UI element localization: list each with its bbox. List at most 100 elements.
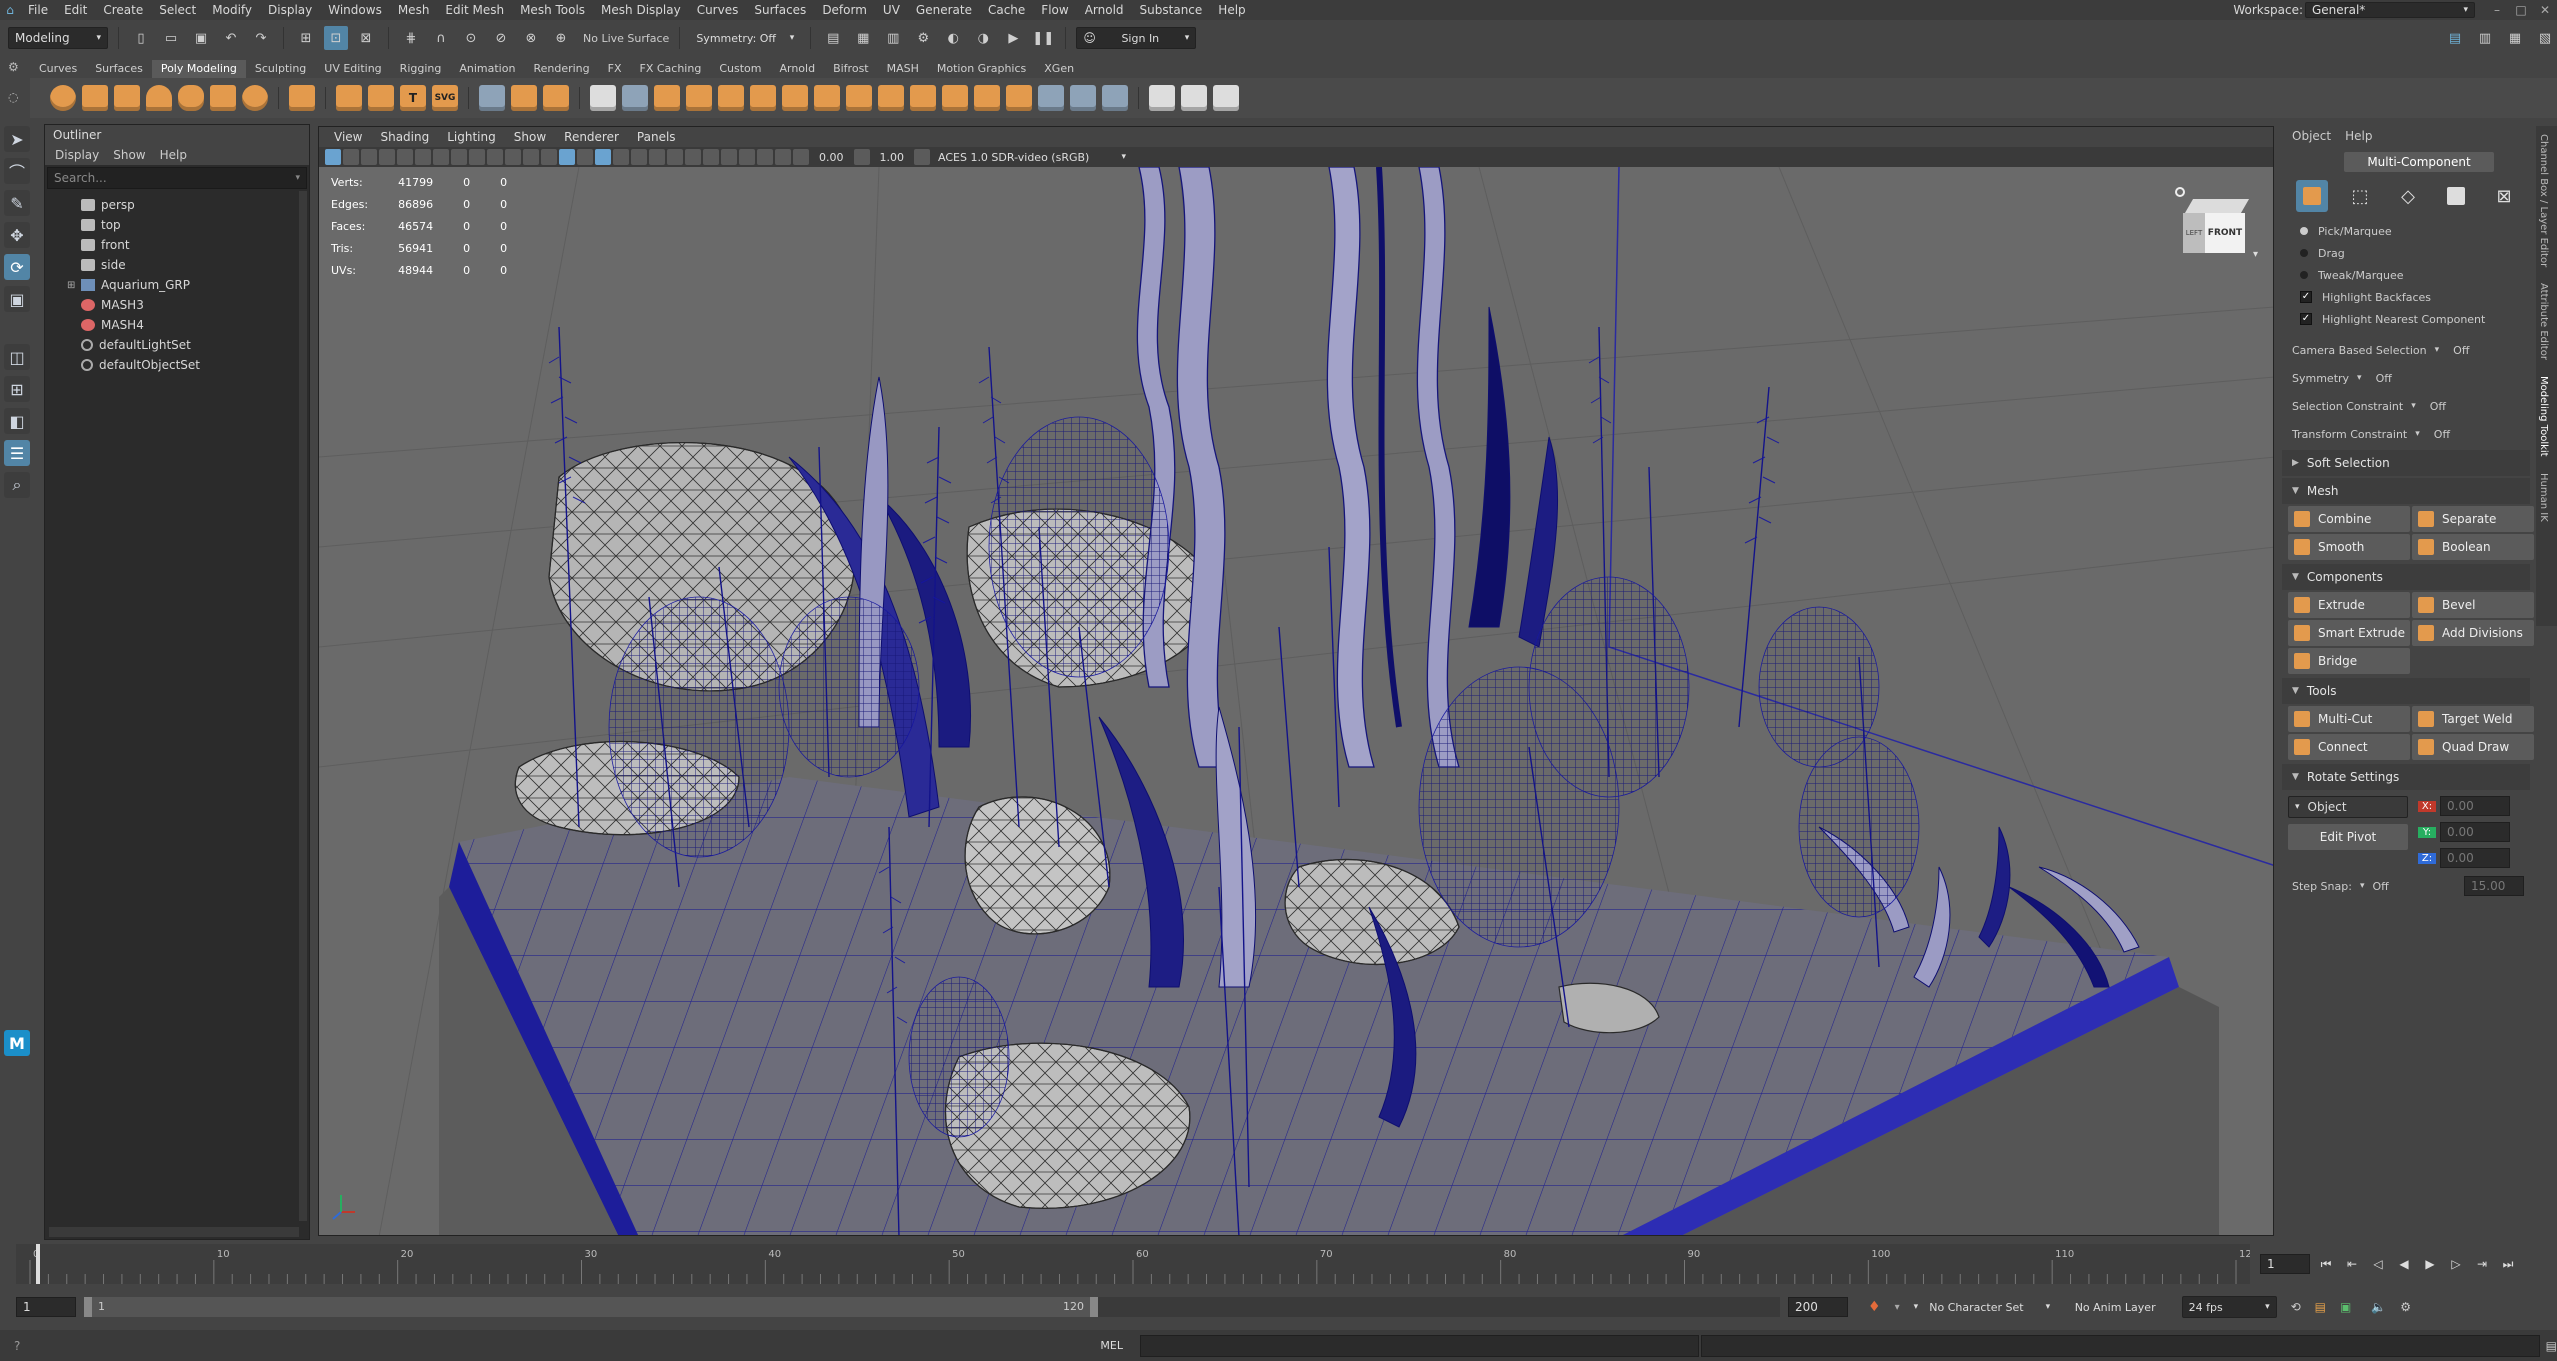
outliner-scrollbar[interactable] <box>299 191 307 1221</box>
poly-plane-icon[interactable] <box>210 85 236 111</box>
ipr-render-icon[interactable]: ▥ <box>881 26 905 50</box>
outliner-item-front[interactable]: front <box>45 235 309 255</box>
boolean-button[interactable]: Boolean <box>2412 534 2534 560</box>
viewport-panel[interactable]: View Shading Lighting Show Renderer Pane… <box>318 126 2274 1236</box>
four-view-layout-icon[interactable]: ⊞ <box>4 376 30 402</box>
toggle-attribute-editor-icon[interactable]: ▥ <box>2473 26 2497 50</box>
drag-radio[interactable]: Drag <box>2282 242 2530 264</box>
object-mode-icon[interactable] <box>2296 180 2328 212</box>
snap-point-icon[interactable]: ⊙ <box>459 26 483 50</box>
outliner-menu-show[interactable]: Show <box>113 148 145 162</box>
step-back-frame-icon[interactable]: ◁ <box>2368 1254 2388 1274</box>
bevel-button[interactable]: Bevel <box>2412 592 2534 618</box>
rotate-tool-icon[interactable]: ⟳ <box>4 254 30 280</box>
image-plane-icon[interactable] <box>379 149 395 165</box>
viewport-menu-view[interactable]: View <box>327 130 369 144</box>
menu-arnold[interactable]: Arnold <box>1077 3 1132 17</box>
menu-select[interactable]: Select <box>151 3 204 17</box>
outliner-layout-icon[interactable]: ☰ <box>4 440 30 466</box>
menu-set-select[interactable]: Modeling ▾ <box>8 27 108 49</box>
anim-layer-select[interactable]: ▾ No Anim Layer <box>2039 1296 2162 1318</box>
cleanup-icon[interactable] <box>910 85 936 111</box>
shelf-tab-motion-graphics[interactable]: Motion Graphics <box>928 60 1035 78</box>
menu-generate[interactable]: Generate <box>908 3 980 17</box>
highlight-backfaces-checkbox[interactable]: ✓ Highlight Backfaces <box>2282 286 2530 308</box>
fps-select[interactable]: 24 fps ▾ <box>2181 1296 2277 1318</box>
two-pane-layout-icon[interactable]: ◧ <box>4 408 30 434</box>
rotate-settings-header[interactable]: ▼ Rotate Settings <box>2282 764 2530 790</box>
poly-cube-icon[interactable] <box>82 85 108 111</box>
outliner-search-input[interactable]: Search... ▾ <box>47 167 307 189</box>
poly-pipe-icon[interactable] <box>368 85 394 111</box>
outliner-item-top[interactable]: top <box>45 215 309 235</box>
shelf-tab-mash[interactable]: MASH <box>878 60 928 78</box>
light-editor-icon[interactable]: ▶ <box>1001 26 1025 50</box>
cached-playback-icon[interactable]: ▣ <box>2340 1300 2351 1314</box>
target-weld-button[interactable]: Target Weld <box>2412 706 2534 732</box>
menu-uv[interactable]: UV <box>875 3 908 17</box>
outliner-item-defaultlightset[interactable]: defaultLightSet <box>45 335 309 355</box>
toolkit-menu-object[interactable]: Object <box>2292 129 2331 143</box>
snap-curve-icon[interactable]: ∩ <box>429 26 453 50</box>
vertex-mode-icon[interactable]: ⬚ <box>2344 180 2376 212</box>
multi-cut-button[interactable]: Multi-Cut <box>2288 706 2410 732</box>
menu-mesh-display[interactable]: Mesh Display <box>593 3 689 17</box>
shelf-tab-surfaces[interactable]: Surfaces <box>86 60 152 78</box>
append-polygon-icon[interactable] <box>543 85 569 111</box>
tab-attribute-editor[interactable]: Attribute Editor <box>2536 275 2551 368</box>
view-cube[interactable]: LEFT FRONT ▾ <box>2175 187 2258 261</box>
expand-icon[interactable]: ⊞ <box>67 280 75 291</box>
insert-edge-loop-icon[interactable] <box>1006 85 1032 111</box>
combine-icon[interactable] <box>590 85 616 111</box>
target-weld-icon[interactable] <box>1070 85 1096 111</box>
select-by-component-icon[interactable]: ⊠ <box>354 26 378 50</box>
hypershade-icon[interactable]: ◐ <box>941 26 965 50</box>
combine-button[interactable]: Combine <box>2288 506 2410 532</box>
extrude-icon[interactable] <box>750 85 776 111</box>
maya-logo-icon[interactable]: M <box>4 1030 30 1056</box>
maximize-icon[interactable]: □ <box>2509 3 2533 17</box>
reduce-icon[interactable] <box>878 85 904 111</box>
poly-torus-icon[interactable] <box>178 85 204 111</box>
poly-type-icon[interactable] <box>479 85 505 111</box>
gate-mask-icon[interactable] <box>487 149 503 165</box>
range-handle-start[interactable] <box>84 1297 92 1317</box>
menu-display[interactable]: Display <box>260 3 320 17</box>
menu-edit-mesh[interactable]: Edit Mesh <box>437 3 512 17</box>
character-set-select[interactable]: ▾ No Character Set <box>1907 1296 2030 1318</box>
mirror-icon[interactable] <box>718 85 744 111</box>
shelf-tab-rendering[interactable]: Rendering <box>524 60 598 78</box>
select-by-hierarchy-icon[interactable]: ⊞ <box>294 26 318 50</box>
step-snap-amount-field[interactable]: 15.00 <box>2464 876 2524 896</box>
menu-mesh-tools[interactable]: Mesh Tools <box>512 3 593 17</box>
bookmarks-icon[interactable] <box>361 149 377 165</box>
viewport-menu-show[interactable]: Show <box>507 130 553 144</box>
uv-editor-icon[interactable] <box>1149 85 1175 111</box>
tools-section-header[interactable]: ▼ Tools <box>2282 678 2530 704</box>
quad-draw-icon[interactable] <box>1102 85 1128 111</box>
shelf-tab-poly-modeling[interactable]: Poly Modeling <box>151 60 246 78</box>
field-chart-icon[interactable] <box>505 149 521 165</box>
triangulate-icon[interactable] <box>942 85 968 111</box>
quadrangulate-icon[interactable] <box>974 85 1000 111</box>
paint-select-tool-icon[interactable]: ✎ <box>4 190 30 216</box>
outliner-item-persp[interactable]: persp <box>45 195 309 215</box>
undo-icon[interactable]: ↶ <box>219 26 243 50</box>
isolate-select-icon[interactable] <box>739 149 755 165</box>
make-live-icon[interactable]: ⊕ <box>549 26 573 50</box>
shelf-tab-animation[interactable]: Animation <box>450 60 524 78</box>
script-language-toggle[interactable]: MEL <box>1100 1339 1140 1352</box>
edit-pivot-button[interactable]: Edit Pivot <box>2288 824 2408 850</box>
menu-flow[interactable]: Flow <box>1033 3 1076 17</box>
automatic-map-icon[interactable] <box>1213 85 1239 111</box>
viewport-menu-panels[interactable]: Panels <box>630 130 683 144</box>
sign-in-button[interactable]: ☺ Sign In ▾ <box>1076 27 1197 49</box>
tweak-marquee-radio[interactable]: Tweak/Marquee <box>2282 264 2530 286</box>
poly-cone-icon[interactable] <box>146 85 172 111</box>
svg-icon[interactable]: SVG <box>432 85 458 111</box>
menu-cache[interactable]: Cache <box>980 3 1033 17</box>
menu-curves[interactable]: Curves <box>689 3 747 17</box>
help-icon[interactable]: ? <box>14 1339 20 1353</box>
menu-modify[interactable]: Modify <box>204 3 260 17</box>
outliner-item-aquarium-grp[interactable]: ⊞ Aquarium_GRP <box>45 275 309 295</box>
